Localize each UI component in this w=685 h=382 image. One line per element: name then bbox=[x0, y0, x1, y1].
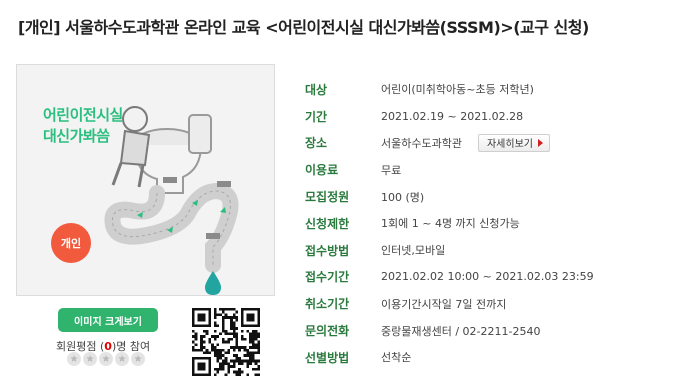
poster-title-line2: 대신가봐씀 bbox=[43, 127, 110, 145]
info-value: 100 (명) bbox=[381, 190, 425, 204]
info-row: 선별방법 선착순 bbox=[305, 344, 594, 371]
info-row: 모집정원 100 (명) bbox=[305, 183, 594, 210]
info-label: 문의전화 bbox=[305, 324, 350, 339]
info-row: 기간 2021.02.19 ~ 2021.02.28 bbox=[305, 103, 594, 130]
info-value: 선착순 bbox=[381, 351, 412, 365]
poster-title: 어린이전시실 대신가봐씀 bbox=[43, 105, 123, 147]
toilet-pipe-illustration bbox=[104, 106, 239, 295]
info-label: 이용료 bbox=[305, 163, 339, 178]
star-icon[interactable]: ★ bbox=[83, 352, 97, 366]
individual-badge: 개인 bbox=[51, 223, 91, 263]
info-row: 신청제한 1회에 1 ~ 4명 까지 신청가능 bbox=[305, 210, 594, 237]
info-label: 접수방법 bbox=[305, 243, 350, 258]
info-row: 문의전화 중랑물재생센터 / 02-2211-2540 bbox=[305, 317, 594, 344]
info-value: 인터넷,모바일 bbox=[381, 244, 446, 258]
details-button[interactable]: 자세히보기 bbox=[477, 133, 550, 152]
info-row: 이용료 무료 bbox=[305, 156, 594, 183]
info-row: 대상 어린이(미취학아동~초등 저학년) bbox=[305, 76, 594, 103]
info-value: 어린이(미취학아동~초등 저학년) bbox=[381, 83, 534, 97]
enlarge-image-button[interactable]: 이미지 크게보기 bbox=[58, 308, 158, 332]
star-icon[interactable]: ★ bbox=[67, 352, 81, 366]
info-value: 중랑물재생센터 / 02-2211-2540 bbox=[381, 324, 541, 338]
qr-code-icon bbox=[192, 308, 260, 376]
poster-image[interactable]: 어린이전시실 대신가봐씀 개인 bbox=[16, 64, 275, 296]
star-icon[interactable]: ★ bbox=[115, 352, 129, 366]
info-label: 기간 bbox=[305, 109, 328, 124]
info-row: 접수기간 2021.02.02 10:00 ~ 2021.02.03 23:59 bbox=[305, 264, 594, 291]
info-value: 2021.02.02 10:00 ~ 2021.02.03 23:59 bbox=[381, 270, 594, 284]
info-row: 장소 서울하수도과학관 자세히보기 bbox=[305, 130, 594, 157]
info-value: 무료 bbox=[381, 163, 402, 177]
poster-title-line1: 어린이전시실 bbox=[43, 106, 123, 124]
info-row: 접수방법 인터넷,모바일 bbox=[305, 237, 594, 264]
info-label: 선별방법 bbox=[305, 350, 350, 365]
page-title: [개인] 서울하수도과학관 온라인 교육 <어린이전시실 대신가봐씀(SSSM)… bbox=[18, 18, 589, 37]
details-button-label: 자세히보기 bbox=[486, 139, 533, 151]
info-label: 신청제한 bbox=[305, 216, 350, 231]
arrow-right-icon bbox=[537, 138, 543, 147]
info-value: 1회에 1 ~ 4명 까지 신청가능 bbox=[381, 217, 520, 231]
info-value: 2021.02.19 ~ 2021.02.28 bbox=[381, 109, 524, 123]
info-value: 이용기간시작일 7일 전까지 bbox=[381, 297, 507, 311]
star-icon[interactable]: ★ bbox=[131, 352, 145, 366]
info-label: 접수기간 bbox=[305, 270, 350, 285]
info-label: 취소기간 bbox=[305, 297, 350, 312]
info-row: 취소기간 이용기간시작일 7일 전까지 bbox=[305, 290, 594, 317]
info-label: 대상 bbox=[305, 82, 328, 97]
info-value: 서울하수도과학관 bbox=[381, 136, 462, 150]
star-icon[interactable]: ★ bbox=[99, 352, 113, 366]
rating-stars[interactable]: ★ ★ ★ ★ ★ bbox=[67, 352, 145, 366]
info-label: 장소 bbox=[305, 136, 328, 151]
info-label: 모집정원 bbox=[305, 190, 350, 205]
program-info-table: 대상 어린이(미취학아동~초등 저학년) 기간 2021.02.19 ~ 2021.… bbox=[305, 76, 594, 371]
